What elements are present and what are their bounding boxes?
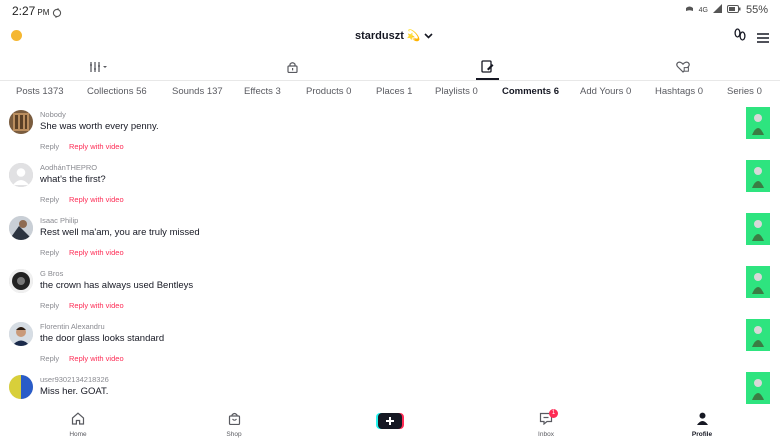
tab-sounds[interactable]: Sounds 137 xyxy=(172,86,223,97)
comment-username[interactable]: AodhánTHEPRO xyxy=(40,163,97,172)
comment-text: the crown has always used Bentleys xyxy=(40,280,194,291)
video-thumbnail[interactable] xyxy=(746,160,770,192)
battery-level: 55% xyxy=(745,4,768,16)
tab-places[interactable]: Places 1 xyxy=(376,86,412,97)
signal-icon xyxy=(712,4,722,16)
tab-private-lock-icon[interactable] xyxy=(287,60,298,78)
nav-profile[interactable]: Profile xyxy=(677,412,727,438)
reply-with-video-button[interactable]: Reply with video xyxy=(69,195,124,204)
tab-products[interactable]: Products 0 xyxy=(306,86,351,97)
profile-username: starduszt xyxy=(355,29,404,42)
footprints-icon[interactable] xyxy=(734,28,746,47)
tab-series[interactable]: Series 0 xyxy=(727,86,762,97)
nav-inbox[interactable]: Inbox xyxy=(521,412,571,438)
status-bar: 2:27 PM 4G 55% xyxy=(0,0,780,22)
nav-home-label: Home xyxy=(69,431,87,438)
tab-collections[interactable]: Collections 56 xyxy=(87,86,147,97)
comment-section-tabs: Posts 1373 Collections 56 Sounds 137 Eff… xyxy=(0,86,780,100)
nav-shop[interactable]: Shop xyxy=(209,412,259,438)
video-thumbnail[interactable] xyxy=(746,266,770,298)
nav-profile-label: Profile xyxy=(691,431,713,438)
menu-icon[interactable] xyxy=(757,30,769,48)
avatar[interactable] xyxy=(9,322,33,346)
avatar[interactable] xyxy=(9,375,33,399)
reply-with-video-button[interactable]: Reply with video xyxy=(69,354,124,363)
content-icon-tabs xyxy=(0,58,780,80)
chevron-down-icon xyxy=(424,30,433,42)
comment-item[interactable]: Nobody She was worth every penny. Reply … xyxy=(0,107,780,163)
reply-button[interactable]: Reply xyxy=(40,301,59,310)
comment-text: She was worth every penny. xyxy=(40,121,159,132)
tab-playlists[interactable]: Playlists 0 xyxy=(435,86,478,97)
reply-with-video-button[interactable]: Reply with video xyxy=(69,301,124,310)
shopping-bag-icon xyxy=(228,412,241,429)
comment-username[interactable]: user9302134218326 xyxy=(40,375,109,384)
tab-videos-filter-icon[interactable] xyxy=(90,60,108,78)
nav-home[interactable]: Home xyxy=(53,412,103,438)
tab-liked-icon[interactable] xyxy=(676,60,690,78)
tabs-divider xyxy=(0,80,780,81)
nav-inbox-label: Inbox xyxy=(538,431,554,438)
comment-text: Miss her. GOAT. xyxy=(40,386,109,397)
tab-posts[interactable]: Posts 1373 xyxy=(16,86,64,97)
comment-item[interactable]: Isaac Philip Rest well ma'am, you are tr… xyxy=(0,213,780,269)
tab-activity-icon[interactable] xyxy=(481,60,494,78)
reply-button[interactable]: Reply xyxy=(40,354,59,363)
video-thumbnail[interactable] xyxy=(746,107,770,139)
create-post-button[interactable] xyxy=(378,413,402,429)
tab-hashtags[interactable]: Hashtags 0 xyxy=(655,86,703,97)
tab-add-yours[interactable]: Add Yours 0 xyxy=(580,86,631,97)
network-type: 4G xyxy=(698,6,708,14)
battery-icon xyxy=(726,4,741,16)
reply-button[interactable]: Reply xyxy=(40,195,59,204)
status-right: 4G 55% xyxy=(685,4,768,16)
comment-username[interactable]: Isaac Philip xyxy=(40,216,78,225)
status-time-ampm: PM xyxy=(37,8,50,17)
profile-icon xyxy=(696,412,709,429)
account-switcher[interactable]: starduszt 💫 xyxy=(355,29,433,42)
comment-text: what's the first? xyxy=(40,174,106,185)
comment-item[interactable]: user9302134218326 Miss her. GOAT. xyxy=(0,372,780,407)
comment-username[interactable]: Nobody xyxy=(40,110,66,119)
gamepad-icon xyxy=(685,4,694,16)
reply-with-video-button[interactable]: Reply with video xyxy=(69,142,124,151)
video-thumbnail[interactable] xyxy=(746,213,770,245)
comment-item[interactable]: Florentin Alexandru the door glass looks… xyxy=(0,319,780,375)
home-icon xyxy=(71,412,85,429)
username-emoji: 💫 xyxy=(406,30,421,42)
status-time-value: 2:27 xyxy=(12,4,36,18)
comment-username[interactable]: G Bros xyxy=(40,269,63,278)
comment-item[interactable]: AodhánTHEPRO what's the first? Reply Rep… xyxy=(0,160,780,216)
comment-item[interactable]: G Bros the crown has always used Bentley… xyxy=(0,266,780,322)
video-thumbnail[interactable] xyxy=(746,372,770,404)
comment-text: the door glass looks standard xyxy=(40,333,165,344)
avatar[interactable] xyxy=(9,163,33,187)
status-time: 2:27 PM xyxy=(12,4,49,18)
comment-username[interactable]: Florentin Alexandru xyxy=(40,322,105,331)
bottom-navigation: Home Shop Inbox 1 Profile xyxy=(0,409,780,438)
reply-button[interactable]: Reply xyxy=(40,142,59,151)
video-thumbnail[interactable] xyxy=(746,319,770,351)
nav-shop-label: Shop xyxy=(226,431,242,438)
profile-header: starduszt 💫 xyxy=(0,26,780,48)
inbox-badge: 1 xyxy=(549,409,558,418)
tab-effects[interactable]: Effects 3 xyxy=(244,86,281,97)
avatar[interactable] xyxy=(9,216,33,240)
coin-icon[interactable] xyxy=(11,30,22,41)
reply-with-video-button[interactable]: Reply with video xyxy=(69,248,124,257)
avatar[interactable] xyxy=(9,110,33,134)
reply-button[interactable]: Reply xyxy=(40,248,59,257)
sync-icon xyxy=(52,5,62,23)
tab-comments[interactable]: Comments 6 xyxy=(502,86,559,97)
comment-text: Rest well ma'am, you are truly missed xyxy=(40,227,200,238)
avatar[interactable] xyxy=(9,269,33,293)
